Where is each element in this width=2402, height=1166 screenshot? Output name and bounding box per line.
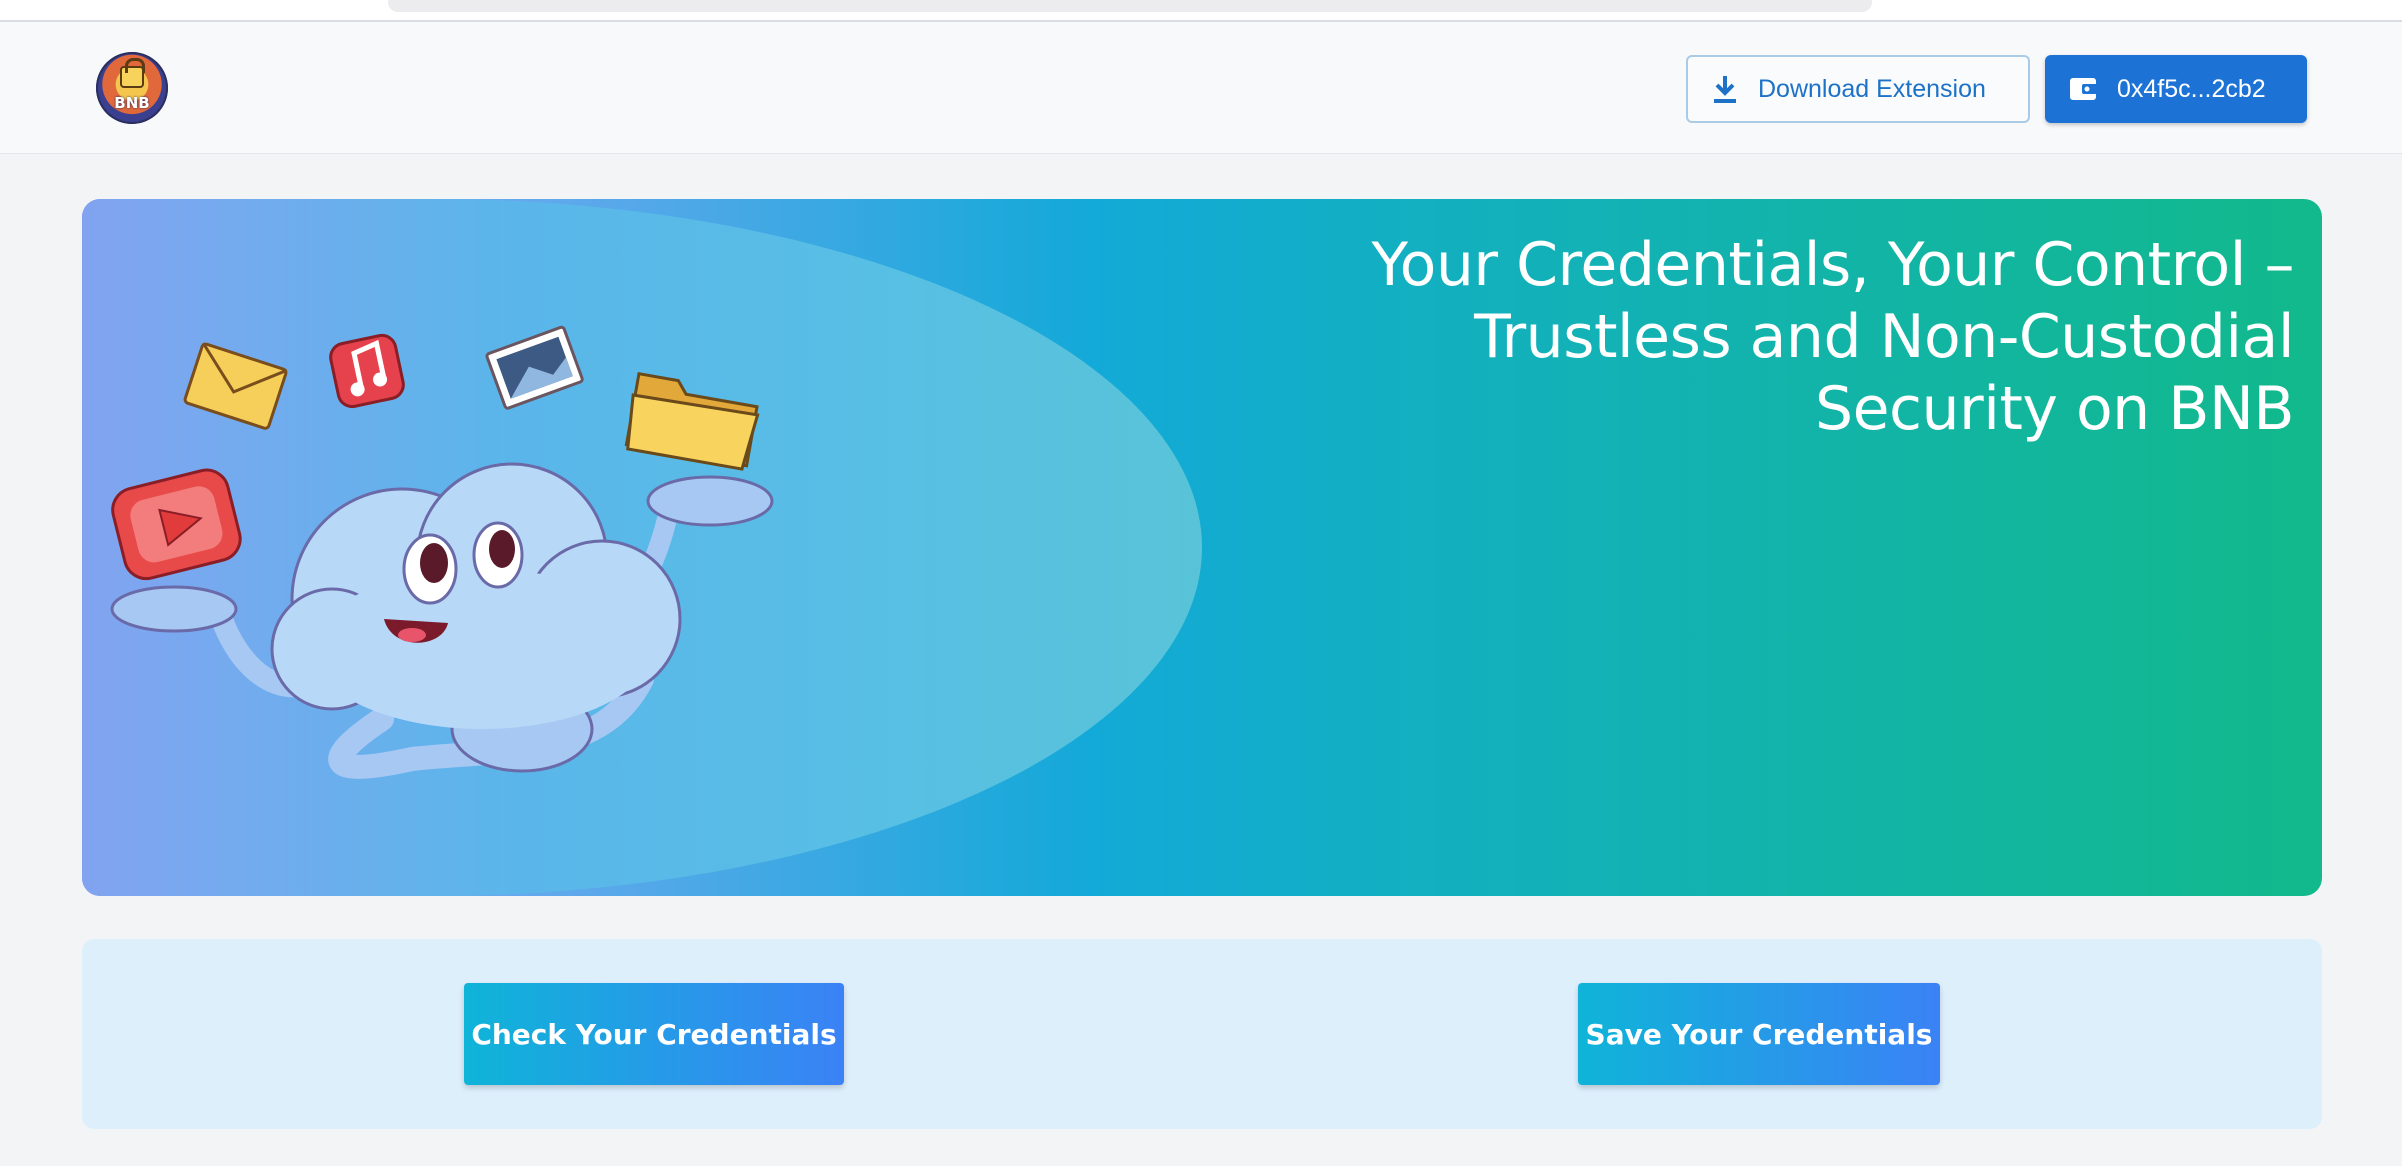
download-icon (1714, 76, 1736, 103)
mascot-right-hand (646, 475, 774, 527)
envelope-icon (183, 342, 288, 430)
download-extension-label: Download Extension (1758, 74, 1986, 103)
play-button-icon (111, 468, 242, 581)
app-header: BNB Download Extension 0x4f5c...2cb2 (0, 22, 2402, 154)
photo-icon (485, 325, 584, 410)
actions-panel: Check Your Credentials Save Your Credent… (82, 939, 2322, 1129)
mascot-left-hand (110, 585, 238, 633)
music-note-icon (329, 333, 405, 409)
save-credentials-button[interactable]: Save Your Credentials (1578, 983, 1940, 1085)
hero-title-line-2: Trustless and Non-Custodial (1474, 302, 2294, 372)
lock-icon (120, 58, 145, 88)
cloud-body (270, 462, 682, 729)
logo-text: BNB (114, 94, 150, 112)
download-extension-button[interactable]: Download Extension (1686, 55, 2030, 123)
check-credentials-button[interactable]: Check Your Credentials (464, 983, 844, 1085)
hero-banner: Your Credentials, Your Control – Trustle… (82, 199, 2322, 896)
wallet-address-button[interactable]: 0x4f5c...2cb2 (2045, 55, 2307, 123)
bnb-logo[interactable]: BNB (96, 52, 168, 124)
wallet-address-label: 0x4f5c...2cb2 (2117, 74, 2266, 103)
hero-title-line-3: Security on BNB (1815, 374, 2294, 444)
browser-top-strip (0, 0, 2402, 22)
hero-title: Your Credentials, Your Control – Trustle… (1294, 229, 2295, 445)
hero-title-line-1: Your Credentials, Your Control – (1371, 230, 2295, 300)
address-bar-remnant (388, 0, 1872, 12)
cloud-mascot-illustration (110, 325, 774, 779)
folder-icon (624, 371, 760, 471)
wallet-icon (2070, 78, 2098, 100)
